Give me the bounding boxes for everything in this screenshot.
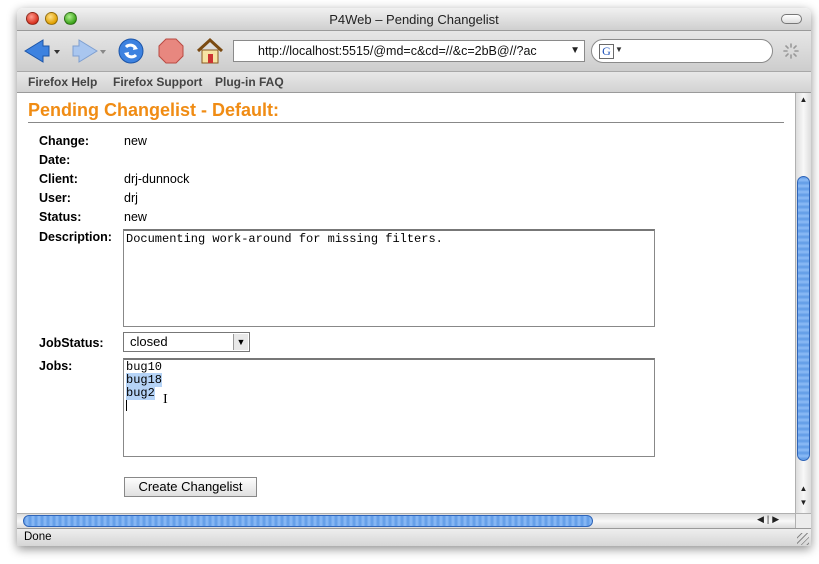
create-changelist-button[interactable]: Create Changelist xyxy=(124,477,257,497)
scroll-left-right-icon[interactable]: ◀|▶ xyxy=(757,514,782,525)
job-line: bug10 xyxy=(126,360,163,374)
home-button[interactable] xyxy=(195,37,224,65)
resize-grip-icon[interactable] xyxy=(797,533,809,545)
status-value: new xyxy=(124,210,147,224)
horizontal-scrollbar[interactable]: ◀|▶ xyxy=(17,513,795,528)
jobstatus-selected-value: closed xyxy=(130,334,168,349)
search-engine-dropdown-icon[interactable]: ▼ xyxy=(615,45,623,54)
stop-button[interactable] xyxy=(157,37,185,65)
job-line-selected: bug18 xyxy=(126,373,163,387)
text-caret xyxy=(126,400,127,412)
job-line-selected: bug2 xyxy=(126,386,155,400)
jobs-label: Jobs: xyxy=(39,359,73,373)
change-label: Change: xyxy=(39,134,89,148)
reload-button[interactable] xyxy=(117,37,145,65)
chevron-down-icon: ▼ xyxy=(233,334,248,350)
bookmark-plugin-faq[interactable]: Plug-in FAQ xyxy=(215,75,284,89)
spinner-icon xyxy=(783,43,799,59)
client-value: drj-dunnock xyxy=(124,172,190,186)
url-text: http://localhost:5515/@md=c&cd=//&c=2bB@… xyxy=(258,44,537,58)
toolbar-toggle-button[interactable] xyxy=(781,14,802,24)
scrollbar-corner xyxy=(795,513,811,528)
scroll-up-icon[interactable]: ▲ xyxy=(796,484,811,493)
jobs-textarea[interactable]: bug10 bug18 bug2 xyxy=(123,358,655,457)
navigation-toolbar: http://localhost:5515/@md=c&cd=//&c=2bB@… xyxy=(17,31,811,72)
bookmarks-toolbar: Firefox Help Firefox Support Plug-in FAQ xyxy=(17,72,811,93)
horizontal-scroll-thumb[interactable] xyxy=(23,515,593,527)
jobstatus-label: JobStatus: xyxy=(39,336,104,350)
stop-icon xyxy=(158,38,184,64)
back-button[interactable] xyxy=(23,37,60,65)
back-icon xyxy=(24,39,60,63)
search-input[interactable]: G ▼ xyxy=(591,39,773,63)
url-dropdown-icon[interactable]: ▼ xyxy=(570,41,580,61)
date-label: Date: xyxy=(39,153,71,167)
user-label: User: xyxy=(39,191,71,205)
vertical-scroll-thumb[interactable] xyxy=(797,176,810,461)
scroll-up-top-icon[interactable]: ▲ xyxy=(796,95,811,104)
jobstatus-select[interactable]: closed ▼ xyxy=(123,332,250,352)
title-bar: P4Web – Pending Changelist xyxy=(17,8,811,31)
home-icon xyxy=(196,37,224,64)
browser-window: P4Web – Pending Changelist http://localh… xyxy=(17,8,811,546)
reload-icon xyxy=(118,38,144,64)
google-icon[interactable]: G xyxy=(599,44,614,59)
description-label: Description: xyxy=(39,230,112,244)
vertical-scrollbar[interactable]: ▲ ▲ ▼ xyxy=(795,93,811,513)
bookmark-firefox-support[interactable]: Firefox Support xyxy=(113,75,202,89)
page-title: Pending Changelist - Default: xyxy=(28,100,784,123)
window-title: P4Web – Pending Changelist xyxy=(329,12,499,27)
user-value: drj xyxy=(124,191,138,205)
change-value: new xyxy=(124,134,147,148)
client-label: Client: xyxy=(39,172,78,186)
status-bar: Done xyxy=(17,528,811,546)
text-cursor-icon: I xyxy=(163,392,168,407)
status-text: Done xyxy=(24,531,52,543)
address-bar[interactable]: http://localhost:5515/@md=c&cd=//&c=2bB@… xyxy=(233,40,585,62)
scroll-down-icon[interactable]: ▼ xyxy=(796,498,811,507)
forward-icon xyxy=(72,39,106,63)
bookmark-firefox-help[interactable]: Firefox Help xyxy=(28,75,97,89)
description-textarea[interactable]: Documenting work-around for missing filt… xyxy=(123,229,655,327)
page-content: Pending Changelist - Default: Change: ne… xyxy=(17,93,795,513)
forward-button[interactable] xyxy=(71,37,106,65)
status-label: Status: xyxy=(39,210,82,224)
